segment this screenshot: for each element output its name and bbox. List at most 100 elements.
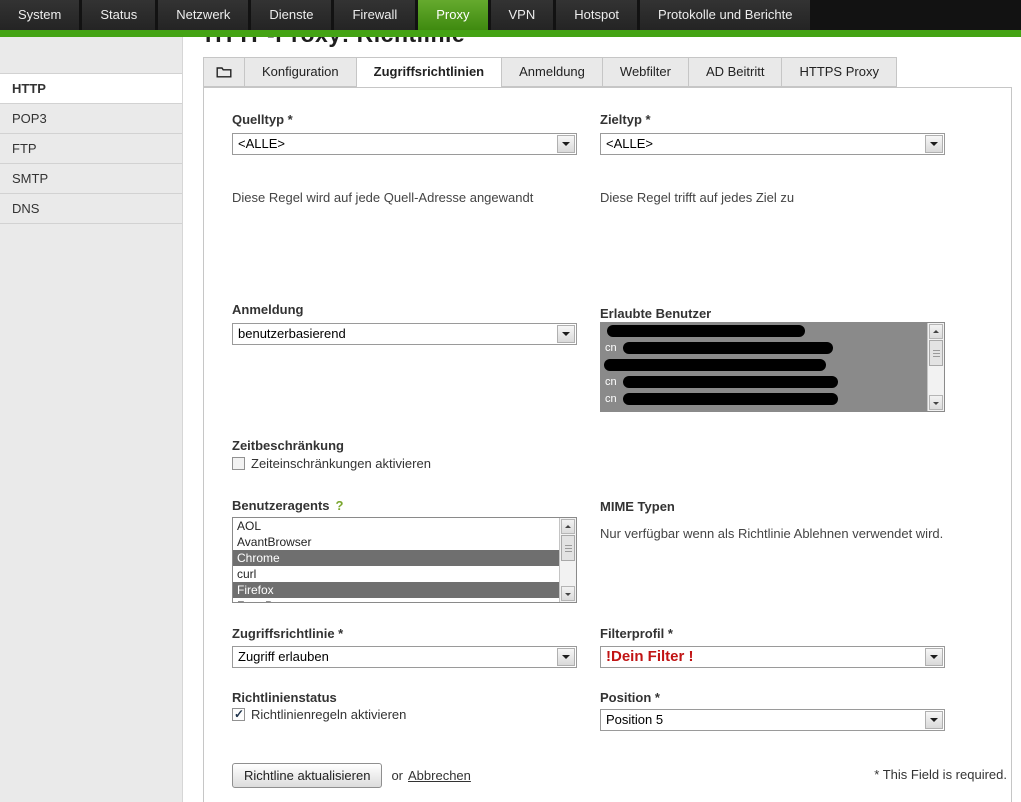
sidebar-item-dns[interactable]: DNS [0,194,182,224]
redaction-bar [604,359,826,371]
user-row-prefix: cn [605,376,617,388]
richtlinienstatus-checkbox[interactable] [232,708,245,721]
benutzeragents-list[interactable]: AOL AvantBrowser Chrome curl Firefox Fro… [232,517,577,603]
agent-option-avantbrowser[interactable]: AvantBrowser [233,534,559,550]
quelltyp-select[interactable]: <ALLE> [232,133,577,155]
sidebar-item-ftp[interactable]: FTP [0,134,182,164]
user-row-redacted[interactable] [601,357,927,374]
update-policy-button[interactable]: Richtline aktualisieren [232,763,382,788]
agents-scrollbar[interactable] [559,518,576,602]
zieltyp-select[interactable]: <ALLE> [600,133,945,155]
or-text: or [391,768,403,783]
nav-item-hotspot[interactable]: Hotspot [556,0,637,30]
help-icon[interactable]: ? [336,498,344,513]
scroll-up-icon[interactable] [929,324,943,339]
mime-note: Nur verfügbar wenn als Richtlinie Ablehn… [600,526,943,541]
user-row[interactable]: cn=AbbasSab,ou=Schuelerinnen,o=MBG [601,408,927,411]
user-row-redacted[interactable]: cn [601,374,927,391]
agent-option-aol[interactable]: AOL [233,518,559,534]
zeitbeschraenkung-label: Zeitbeschränkung [232,438,344,453]
chevron-down-icon[interactable] [925,711,943,729]
nav-item-dienste[interactable]: Dienste [251,0,331,30]
zugriffsrichtlinie-select[interactable]: Zugriff erlauben [232,646,577,668]
tab-bar: Konfiguration Zugriffsrichtlinien Anmeld… [203,57,897,88]
required-field-note: * This Field is required. [640,767,1007,782]
quelltyp-help: Diese Regel wird auf jede Quell-Adresse … [232,190,533,205]
tab-konfiguration[interactable]: Konfiguration [245,57,357,87]
zeitbeschraenkung-checkbox[interactable] [232,457,245,470]
position-value: Position 5 [601,710,924,730]
tab-https-proxy[interactable]: HTTPS Proxy [782,57,896,87]
redaction-bar [623,393,838,405]
benutzeragents-label: Benutzeragents? [232,498,343,513]
cancel-link[interactable]: Abbrechen [408,768,471,783]
nav-item-system[interactable]: System [0,0,79,30]
user-row-prefix: cn [605,342,617,354]
folder-icon [216,66,232,78]
tab-folder[interactable] [203,57,245,87]
redaction-bar [623,376,838,388]
scroll-down-icon[interactable] [929,395,943,410]
nav-item-vpn[interactable]: VPN [491,0,554,30]
scroll-up-icon[interactable] [561,519,575,534]
tab-zugriffsrichtlinien[interactable]: Zugriffsrichtlinien [357,57,503,88]
chevron-down-icon[interactable] [925,648,943,666]
benutzeragents-rows: AOL AvantBrowser Chrome curl Firefox Fro… [233,518,559,602]
sidebar-item-http[interactable]: HTTP [0,74,182,104]
tab-ad-beitritt[interactable]: AD Beitritt [689,57,783,87]
agent-option-chrome[interactable]: Chrome [233,550,559,566]
zeitbeschraenkung-checkbox-label: Zeiteinschränkungen aktivieren [251,456,431,471]
erlaubte-benutzer-list[interactable]: cn cn cn cn=AbbasSab,ou=Schuelerinnen,o=… [600,322,945,412]
position-label: Position * [600,690,660,705]
zieltyp-help: Diese Regel trifft auf jedes Ziel zu [600,190,794,205]
sidebar-spacer [0,37,182,74]
tab-anmeldung[interactable]: Anmeldung [502,57,603,87]
nav-item-status[interactable]: Status [82,0,155,30]
user-row-redacted[interactable]: cn [601,391,927,408]
user-row-redacted[interactable] [601,323,927,340]
chevron-down-icon[interactable] [925,135,943,153]
mime-label: MIME Typen [600,499,675,514]
zeitbeschraenkung-row: Zeiteinschränkungen aktivieren [232,456,431,471]
agent-option-firefox[interactable]: Firefox [233,582,559,598]
nav-item-proxy[interactable]: Proxy [418,0,487,30]
anmeldung-label: Anmeldung [232,302,304,317]
erlaubte-benutzer-rows: cn cn cn cn=AbbasSab,ou=Schuelerinnen,o=… [601,323,927,411]
tab-webfilter[interactable]: Webfilter [603,57,689,87]
accent-bar [0,30,1021,37]
nav-filler [813,0,1021,30]
agent-option-curl[interactable]: curl [233,566,559,582]
redaction-bar [607,325,805,337]
scrollbar-thumb[interactable] [929,340,943,366]
nav-item-firewall[interactable]: Firewall [334,0,415,30]
filterprofil-select[interactable]: !Dein Filter ! [600,646,945,668]
zieltyp-label: Zieltyp * [600,112,651,127]
screen: HTTP-Proxy: Richtlinie System Status Net… [0,0,1021,802]
users-scrollbar[interactable] [927,323,944,411]
filterprofil-label: Filterprofil * [600,626,673,641]
user-row-text: cn=AbbasSab,ou=Schuelerinnen,o=MBG [605,410,807,411]
agent-option-frontpage[interactable]: FrontPage [233,598,559,602]
chevron-down-icon[interactable] [557,648,575,666]
user-row-prefix: cn [605,393,617,405]
user-row-redacted[interactable]: cn [601,340,927,357]
scrollbar-thumb[interactable] [561,535,575,561]
sidebar-item-pop3[interactable]: POP3 [0,104,182,134]
sidebar: HTTP POP3 FTP SMTP DNS [0,37,183,802]
quelltyp-value: <ALLE> [233,134,556,154]
richtlinienstatus-label: Richtlinienstatus [232,690,337,705]
scroll-down-icon[interactable] [561,586,575,601]
position-select[interactable]: Position 5 [600,709,945,731]
richtlinienstatus-checkbox-label: Richtlinienregeln aktivieren [251,707,406,722]
nav-item-protokolle[interactable]: Protokolle und Berichte [640,0,810,30]
chevron-down-icon[interactable] [557,135,575,153]
top-nav: System Status Netzwerk Dienste Firewall … [0,0,1021,30]
form-actions: Richtline aktualisieren or Abbrechen [232,763,471,788]
anmeldung-select[interactable]: benutzerbasierend [232,323,577,345]
chevron-down-icon[interactable] [557,325,575,343]
sidebar-item-smtp[interactable]: SMTP [0,164,182,194]
redaction-bar [623,342,833,354]
zugriffsrichtlinie-label: Zugriffsrichtlinie * [232,626,343,641]
richtlinienstatus-row: Richtlinienregeln aktivieren [232,707,406,722]
nav-item-netzwerk[interactable]: Netzwerk [158,0,248,30]
